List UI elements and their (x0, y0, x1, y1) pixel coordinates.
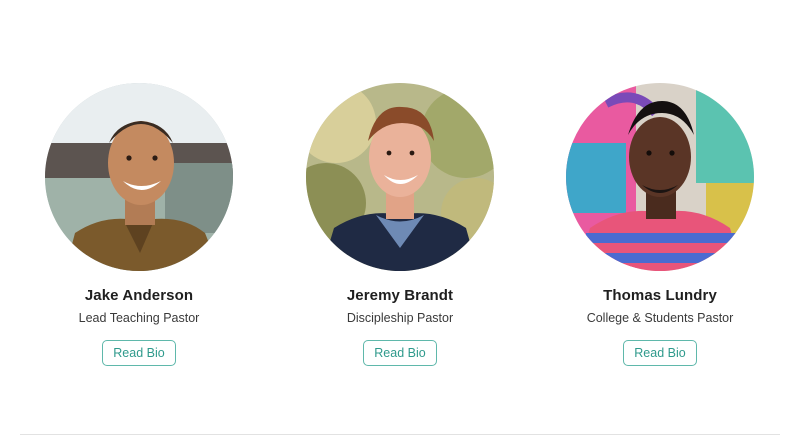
read-bio-button[interactable]: Read Bio (102, 340, 176, 366)
staff-photo (306, 83, 494, 271)
staff-role: Discipleship Pastor (346, 311, 454, 325)
staff-name: Jake Anderson (84, 287, 194, 304)
staff-card: Jake Anderson Lead Teaching Pastor Read … (9, 83, 269, 366)
staff-photo (566, 83, 754, 271)
staff-role: Lead Teaching Pastor (78, 311, 200, 325)
staff-photo (45, 83, 233, 271)
read-bio-button[interactable]: Read Bio (363, 340, 437, 366)
staff-card: Jeremy Brandt Discipleship Pastor Read B… (270, 83, 530, 366)
staff-name: Thomas Lundry (603, 287, 717, 304)
staff-card: Thomas Lundry College & Students Pastor … (530, 83, 790, 366)
staff-section: Jake Anderson Lead Teaching Pastor Read … (0, 0, 800, 440)
staff-name: Jeremy Brandt (346, 287, 454, 304)
read-bio-button[interactable]: Read Bio (623, 340, 697, 366)
staff-role: College & Students Pastor (586, 311, 734, 325)
staff-grid: Jake Anderson Lead Teaching Pastor Read … (0, 83, 800, 373)
section-divider (20, 434, 780, 435)
